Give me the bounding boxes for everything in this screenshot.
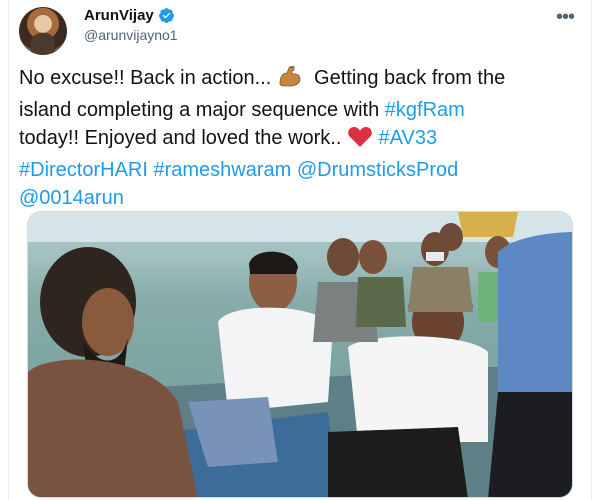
person-face xyxy=(359,240,387,274)
flexed-biceps-icon xyxy=(277,64,303,96)
tweet-text-segment: today!! Enjoyed and loved the work.. xyxy=(19,127,342,149)
person-face xyxy=(439,223,463,251)
user-handle[interactable]: @arunvijayno1 xyxy=(84,27,178,43)
mention-link[interactable]: @DrumsticksProd xyxy=(291,159,458,181)
hashtag-link[interactable]: #rameshwaram xyxy=(148,159,291,181)
display-name[interactable]: ArunVijay xyxy=(84,7,154,24)
person-pants xyxy=(328,427,468,497)
user-name-row[interactable]: ArunVijay xyxy=(84,7,175,24)
tweet-text-segment: island completing a major sequence with xyxy=(19,99,385,121)
tweet-line-3: today!! Enjoyed and loved the work.. #AV… xyxy=(19,124,579,156)
person-shirt xyxy=(356,277,406,327)
tweet-line-1: No excuse!! Back in action... Getting ba… xyxy=(19,64,579,96)
tweet-text-segment: No excuse!! Back in action... xyxy=(19,67,272,89)
tweet-text-segment: Getting back from the xyxy=(302,67,506,89)
tweet-photo[interactable] xyxy=(27,211,573,498)
avatar[interactable] xyxy=(19,7,67,55)
photo-illustration xyxy=(28,212,572,497)
tweet-text: No excuse!! Back in action... Getting ba… xyxy=(19,64,579,212)
person-shirt xyxy=(408,267,473,312)
verified-badge-icon xyxy=(158,7,175,24)
tweet-line-5: @0014arun xyxy=(19,184,579,212)
mention-link[interactable]: @0014arun xyxy=(19,187,124,209)
person-shirt xyxy=(458,212,518,237)
tweet-line-4: #DirectorHARI #rameshwaram @DrumsticksPr… xyxy=(19,156,579,184)
red-heart-icon xyxy=(347,126,373,156)
hashtag-link[interactable]: #DirectorHARI xyxy=(19,159,148,181)
face-mask xyxy=(426,252,444,261)
person-face xyxy=(327,238,359,276)
hashtag-link[interactable]: #AV33 xyxy=(373,127,438,149)
hashtag-link[interactable]: #kgfRam xyxy=(385,99,465,121)
person-pants xyxy=(488,392,572,497)
tweet-line-2: island completing a major sequence with … xyxy=(19,96,579,124)
person-tshirt xyxy=(348,336,488,442)
more-options-icon[interactable]: ••• xyxy=(556,6,575,29)
